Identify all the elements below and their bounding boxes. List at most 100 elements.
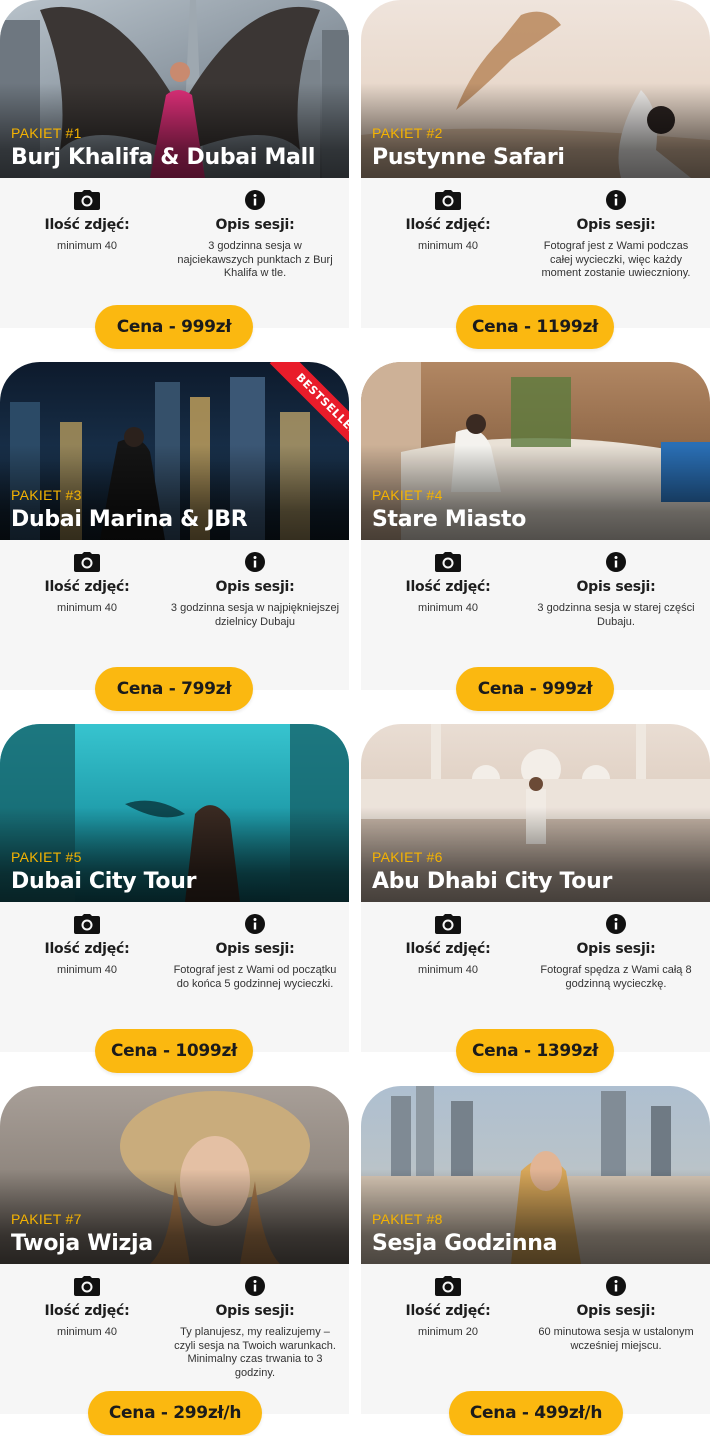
package-title: Dubai City Tour xyxy=(11,869,197,894)
package-photo-dubai-marina[interactable]: BESTSELLER PAKIET #3 Dubai Marina & JBR xyxy=(0,362,349,540)
description-heading: Opis sesji: xyxy=(215,579,295,595)
session-description: 60 minutowa sesja w ustalonym wcześniej … xyxy=(538,1326,694,1352)
price-button[interactable]: Cena - 1199zł xyxy=(456,305,614,349)
packages-grid: PAKIET #1 Burj Khalifa & Dubai Mall Iloś… xyxy=(0,0,711,1436)
package-photo-your-vision[interactable]: PAKIET #7 Twoja Wizja xyxy=(0,1086,349,1264)
description-column: Opis sesji: 3 godzinna sesja w starej cz… xyxy=(531,552,701,629)
description-heading: Opis sesji: xyxy=(576,579,656,595)
package-photo-dubai-aquarium[interactable]: PAKIET #5 Dubai City Tour xyxy=(0,724,349,902)
description-column: Opis sesji: Fotograf jest z Wami podczas… xyxy=(531,190,701,281)
photos-count: minimum 40 xyxy=(418,602,478,614)
info-icon xyxy=(245,190,265,210)
camera-icon xyxy=(435,190,461,210)
package-card-4: PAKIET #4 Stare Miasto Ilość zdjęć: mini… xyxy=(361,362,710,716)
info-icon xyxy=(606,190,626,210)
camera-icon xyxy=(435,1276,461,1296)
package-card-1: PAKIET #1 Burj Khalifa & Dubai Mall Iloś… xyxy=(0,0,349,354)
package-number: PAKIET #7 xyxy=(11,1211,82,1227)
photos-heading: Ilość zdjęć: xyxy=(44,941,130,957)
package-number: PAKIET #1 xyxy=(11,125,82,141)
package-title: Abu Dhabi City Tour xyxy=(372,869,613,894)
price-button[interactable]: Cena - 299zł/h xyxy=(88,1391,262,1435)
photos-column: Ilość zdjęć: minimum 40 xyxy=(22,190,152,254)
price-button[interactable]: Cena - 499zł/h xyxy=(449,1391,623,1435)
camera-icon xyxy=(74,914,100,934)
description-column: Opis sesji: Ty planujesz, my realizujemy… xyxy=(170,1276,340,1380)
photos-column: Ilość zdjęć: minimum 40 xyxy=(22,914,152,978)
photos-count: minimum 40 xyxy=(418,240,478,252)
package-photo-one-hour-session[interactable]: PAKIET #8 Sesja Godzinna xyxy=(361,1086,710,1264)
package-title: Twoja Wizja xyxy=(11,1231,153,1256)
package-photo-abu-dhabi[interactable]: PAKIET #6 Abu Dhabi City Tour xyxy=(361,724,710,902)
description-column: Opis sesji: 3 godzinna sesja w najciekaw… xyxy=(170,190,340,281)
photos-heading: Ilość zdjęć: xyxy=(44,579,130,595)
photos-count: minimum 40 xyxy=(418,964,478,976)
photos-column: Ilość zdjęć: minimum 20 xyxy=(383,1276,513,1340)
package-photo-burj-khalifa[interactable]: PAKIET #1 Burj Khalifa & Dubai Mall xyxy=(0,0,349,178)
package-card-3: BESTSELLER PAKIET #3 Dubai Marina & JBR … xyxy=(0,362,349,716)
photos-count: minimum 40 xyxy=(57,602,117,614)
price-button[interactable]: Cena - 999zł xyxy=(95,305,253,349)
photos-column: Ilość zdjęć: minimum 40 xyxy=(383,914,513,978)
package-number: PAKIET #4 xyxy=(372,487,443,503)
package-title: Stare Miasto xyxy=(372,507,527,532)
package-number: PAKIET #5 xyxy=(11,849,82,865)
description-column: Opis sesji: 3 godzinna sesja w najpiękni… xyxy=(170,552,340,629)
session-description: 3 godzinna sesja w najpiękniejszej dziel… xyxy=(170,602,340,628)
photos-column: Ilość zdjęć: minimum 40 xyxy=(383,552,513,616)
info-icon xyxy=(245,1276,265,1296)
photos-heading: Ilość zdjęć: xyxy=(405,941,491,957)
photos-count: minimum 40 xyxy=(57,964,117,976)
description-heading: Opis sesji: xyxy=(576,217,656,233)
photos-count: minimum 40 xyxy=(57,1326,117,1338)
camera-icon xyxy=(74,1276,100,1296)
price-button[interactable]: Cena - 999zł xyxy=(456,667,614,711)
info-icon xyxy=(606,1276,626,1296)
bestseller-badge: BESTSELLER xyxy=(269,362,349,463)
package-number: PAKIET #8 xyxy=(372,1211,443,1227)
package-title: Sesja Godzinna xyxy=(372,1231,558,1256)
price-button[interactable]: Cena - 799zł xyxy=(95,667,253,711)
camera-icon xyxy=(74,190,100,210)
package-photo-desert-safari[interactable]: PAKIET #2 Pustynne Safari xyxy=(361,0,710,178)
package-card-8: PAKIET #8 Sesja Godzinna Ilość zdjęć: mi… xyxy=(361,1086,710,1436)
photos-heading: Ilość zdjęć: xyxy=(405,217,491,233)
description-column: Opis sesji: Fotograf spędza z Wami całą … xyxy=(531,914,701,991)
package-photo-old-town[interactable]: PAKIET #4 Stare Miasto xyxy=(361,362,710,540)
info-icon xyxy=(606,552,626,572)
photos-heading: Ilość zdjęć: xyxy=(44,1303,130,1319)
description-column: Opis sesji: 60 minutowa sesja w ustalony… xyxy=(531,1276,701,1353)
package-number: PAKIET #3 xyxy=(11,487,82,503)
info-icon xyxy=(245,552,265,572)
session-description: 3 godzinna sesja w starej części Dubaju. xyxy=(537,602,695,628)
photos-count: minimum 20 xyxy=(418,1326,478,1338)
photos-column: Ilość zdjęć: minimum 40 xyxy=(22,552,152,616)
description-heading: Opis sesji: xyxy=(215,1303,295,1319)
photos-heading: Ilość zdjęć: xyxy=(405,1303,491,1319)
package-title: Dubai Marina & JBR xyxy=(11,507,248,532)
photos-column: Ilość zdjęć: minimum 40 xyxy=(22,1276,152,1340)
camera-icon xyxy=(435,552,461,572)
price-button[interactable]: Cena - 1099zł xyxy=(95,1029,253,1073)
description-heading: Opis sesji: xyxy=(576,1303,656,1319)
photos-count: minimum 40 xyxy=(57,240,117,252)
camera-icon xyxy=(74,552,100,572)
package-title: Pustynne Safari xyxy=(372,145,565,170)
package-card-6: PAKIET #6 Abu Dhabi City Tour Ilość zdję… xyxy=(361,724,710,1078)
price-button[interactable]: Cena - 1399zł xyxy=(456,1029,614,1073)
package-number: PAKIET #2 xyxy=(372,125,443,141)
session-description: 3 godzinna sesja w najciekawszych punkta… xyxy=(177,240,333,279)
description-heading: Opis sesji: xyxy=(576,941,656,957)
session-description: Ty planujesz, my realizujemy – czyli ses… xyxy=(174,1326,336,1379)
description-heading: Opis sesji: xyxy=(215,217,295,233)
info-icon xyxy=(245,914,265,934)
description-column: Opis sesji: Fotograf jest z Wami od pocz… xyxy=(170,914,340,991)
camera-icon xyxy=(435,914,461,934)
session-description: Fotograf spędza z Wami całą 8 godzinną w… xyxy=(540,964,692,990)
package-title: Burj Khalifa & Dubai Mall xyxy=(11,145,316,170)
description-heading: Opis sesji: xyxy=(215,941,295,957)
package-card-2: PAKIET #2 Pustynne Safari Ilość zdjęć: m… xyxy=(361,0,710,354)
session-description: Fotograf jest z Wami podczas całej wycie… xyxy=(541,240,691,279)
info-icon xyxy=(606,914,626,934)
session-description: Fotograf jest z Wami od początku do końc… xyxy=(173,964,337,990)
